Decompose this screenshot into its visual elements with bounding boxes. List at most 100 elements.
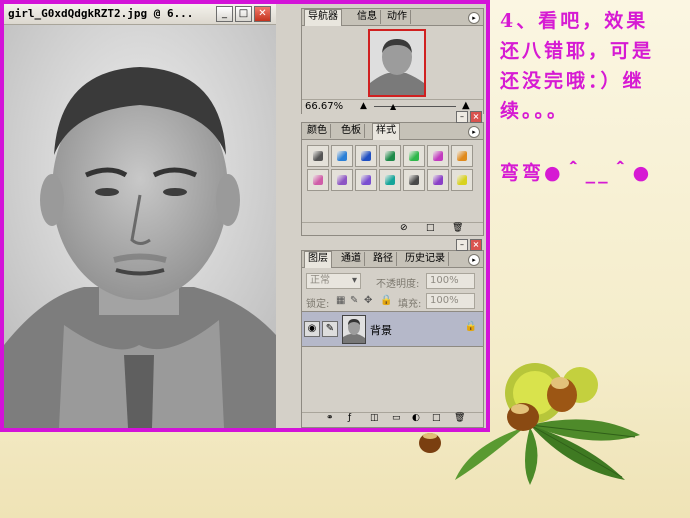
style-swatch[interactable] — [379, 169, 401, 191]
zoom-slider-track[interactable] — [374, 106, 456, 107]
styles-footer: ⊘ □ 🗑 — [302, 222, 483, 235]
layer-name[interactable]: 背景 — [370, 322, 392, 338]
style-swatch-color — [385, 175, 395, 185]
style-swatch-color — [409, 175, 419, 185]
style-swatch-color — [313, 175, 323, 185]
tab-paths[interactable]: 路径 — [370, 252, 397, 266]
style-swatch-color — [361, 151, 371, 161]
chestnut-decoration — [419, 363, 640, 485]
zoom-slider-handle[interactable]: ▲ — [390, 102, 396, 111]
style-swatch[interactable] — [307, 145, 329, 167]
opacity-label: 不透明度: — [376, 279, 420, 290]
styles-close-icon[interactable]: × — [470, 111, 482, 123]
new-group-icon[interactable]: ▭ — [392, 413, 401, 423]
style-swatch-color — [385, 151, 395, 161]
style-swatch[interactable] — [403, 145, 425, 167]
layer-thumbnail-image — [343, 316, 365, 343]
style-swatch[interactable] — [403, 169, 425, 191]
layer-thumbnail — [342, 315, 366, 344]
layers-minimize-icon[interactable]: – — [456, 239, 468, 251]
lock-move-icon[interactable]: ✥ — [364, 295, 372, 306]
leaf-cluster — [455, 419, 640, 485]
layer-visibility-eye-icon[interactable]: ◉ — [304, 321, 320, 337]
styles-menu-icon[interactable]: ▸ — [468, 126, 480, 138]
navigator-thumbnail-image — [370, 31, 424, 95]
opacity-value: 100% — [430, 275, 459, 286]
clear-style-icon[interactable]: ⊘ — [400, 223, 408, 233]
link-layers-icon[interactable]: ⚭ — [326, 413, 334, 423]
fill-field[interactable]: 100% — [426, 293, 475, 309]
layer-mask-icon[interactable]: ◫ — [370, 413, 379, 423]
style-swatch[interactable] — [307, 169, 329, 191]
emoticon-text: 弯弯●＾__＾● — [500, 162, 653, 184]
layer-row-background[interactable]: ◉ ✎ 背景 🔒 — [302, 311, 483, 347]
document-window: girl_G0xdQdgkRZT2.jpg @ 6... _ □ ✕ — [4, 4, 276, 428]
minimize-icon[interactable]: _ — [216, 6, 233, 22]
style-swatch-color — [337, 151, 347, 161]
styles-panel: – × 颜色 色板 样式 ▸ ⊘ □ 🗑 — [301, 111, 484, 236]
slide-text-line-2: 还八错耶，可是 — [500, 40, 655, 62]
fill-label: 填充: — [398, 299, 422, 310]
style-swatch[interactable] — [451, 145, 473, 167]
lock-transparent-icon[interactable]: ▦ — [336, 295, 345, 306]
style-swatch-color — [337, 175, 347, 185]
zoom-out-icon[interactable]: ▲ — [360, 101, 367, 111]
layers-close-icon[interactable]: × — [470, 239, 482, 251]
navigator-tabs: 导航器 信息 动作 ▸ — [302, 9, 483, 26]
tab-navigator[interactable]: 导航器 — [304, 9, 342, 26]
navigator-panel: 导航器 信息 动作 ▸ 66.67% ▲ ▲ ▲ — [301, 8, 484, 114]
tab-swatches[interactable]: 色板 — [338, 124, 365, 138]
styles-minimize-icon[interactable]: – — [456, 111, 468, 123]
close-icon[interactable]: ✕ — [254, 6, 271, 22]
chevron-down-icon: ▾ — [351, 275, 357, 286]
maximize-icon[interactable]: □ — [235, 6, 252, 22]
delete-style-icon[interactable]: 🗑 — [452, 223, 463, 233]
panel-menu-icon[interactable]: ▸ — [468, 12, 480, 24]
new-style-icon[interactable]: □ — [426, 223, 435, 233]
layers-menu-icon[interactable]: ▸ — [468, 254, 480, 266]
style-swatch-color — [457, 151, 467, 161]
style-swatch-color — [457, 175, 467, 185]
style-swatch[interactable] — [355, 145, 377, 167]
tab-history[interactable]: 历史记录 — [402, 252, 449, 266]
style-swatch[interactable] — [427, 169, 449, 191]
style-swatch[interactable] — [331, 169, 353, 191]
tab-actions[interactable]: 动作 — [384, 10, 411, 24]
style-swatch-color — [433, 151, 443, 161]
blend-mode-select[interactable]: 正常 ▾ — [306, 273, 361, 289]
style-swatch[interactable] — [355, 169, 377, 191]
slide-text-line-1: 4、看吧，效果 — [500, 10, 649, 32]
lock-all-icon[interactable]: 🔒 — [380, 295, 392, 306]
layers-tabs: 图层 通道 路径 历史记录 ▸ — [302, 251, 483, 268]
style-swatch-color — [433, 175, 443, 185]
document-title: girl_G0xdQdgkRZT2.jpg @ 6... — [8, 7, 194, 20]
fill-value: 100% — [430, 295, 459, 306]
lock-label: 锁定: — [306, 299, 330, 310]
layer-lock-icon: 🔒 — [464, 321, 477, 332]
style-swatch-color — [361, 175, 371, 185]
tab-styles[interactable]: 样式 — [372, 123, 400, 140]
style-swatch[interactable] — [427, 145, 449, 167]
zoom-in-icon[interactable]: ▲ — [462, 100, 470, 111]
tab-info[interactable]: 信息 — [354, 10, 381, 24]
layer-style-icon[interactable]: ƒ — [348, 413, 351, 423]
style-swatch[interactable] — [379, 145, 401, 167]
opacity-field[interactable]: 100% — [426, 273, 475, 289]
style-swatch-color — [409, 151, 419, 161]
tab-color[interactable]: 颜色 — [304, 124, 331, 138]
document-titlebar[interactable]: girl_G0xdQdgkRZT2.jpg @ 6... _ □ ✕ — [4, 4, 276, 25]
tab-layers[interactable]: 图层 — [304, 251, 332, 268]
style-swatch[interactable] — [331, 145, 353, 167]
slide-text-line-4: 续。。。 — [500, 100, 570, 122]
portrait-photo — [4, 25, 276, 428]
document-canvas[interactable] — [4, 25, 276, 428]
slide-text-line-3: 还没完哦：）继 — [500, 70, 645, 92]
navigator-thumbnail[interactable] — [368, 29, 426, 97]
tab-channels[interactable]: 通道 — [338, 252, 365, 266]
layer-brush-icon[interactable]: ✎ — [322, 321, 338, 337]
styles-tabs: 颜色 色板 样式 ▸ — [302, 123, 483, 140]
style-swatch[interactable] — [451, 169, 473, 191]
zoom-value[interactable]: 66.67% — [305, 100, 343, 114]
style-swatch-color — [313, 151, 323, 161]
lock-paint-icon[interactable]: ✎ — [350, 295, 358, 306]
